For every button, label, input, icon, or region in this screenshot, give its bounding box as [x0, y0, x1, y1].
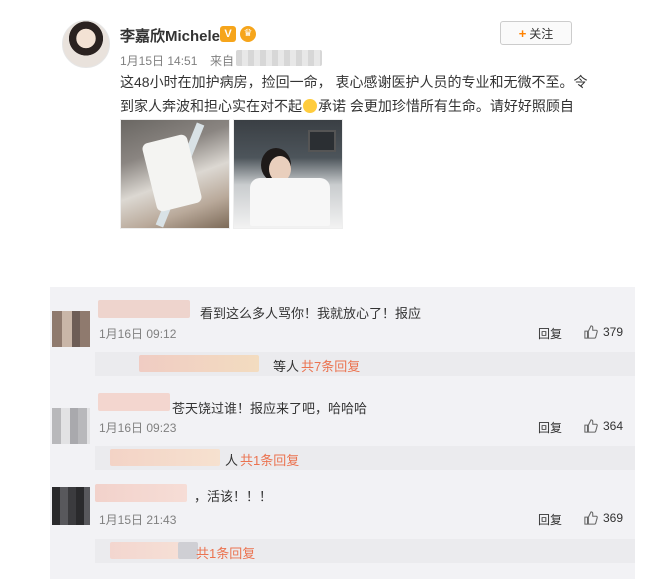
source-blurred	[236, 50, 322, 66]
author-avatar[interactable]	[62, 20, 110, 68]
comment-text: 苍天饶过谁！报应来了吧，哈哈哈	[172, 401, 368, 416]
sub-reply-name: 人	[225, 453, 239, 468]
crown-icon: ♛	[240, 26, 256, 42]
reply-button[interactable]: 回复	[538, 325, 562, 342]
comment-list: 看到这么多人骂你！我就放心了！报应 1月16日 09:12 回复 379 等人 …	[50, 287, 635, 579]
like-count: 379	[603, 325, 624, 339]
hospital-bed-patient-photo[interactable]	[233, 119, 343, 229]
like-button[interactable]: 364	[584, 417, 632, 435]
monitor	[308, 130, 336, 152]
sub-reply-bar[interactable]: 人 共1条回复	[95, 446, 635, 470]
comment-text: ，活该！！！	[194, 489, 273, 504]
thumbs-up-icon	[584, 511, 598, 525]
commenter-avatar[interactable]	[52, 487, 90, 525]
post-source-label: 来自	[210, 54, 235, 68]
reply-button[interactable]: 回复	[538, 511, 562, 528]
crying-face-emoji-icon	[303, 99, 317, 113]
like-count: 364	[603, 419, 624, 433]
thumbs-up-icon	[584, 325, 598, 339]
comment-time: 1月16日 09:12	[99, 327, 177, 341]
hospital-bandaged-arm-photo[interactable]	[120, 119, 230, 229]
thumbs-up-icon	[584, 419, 598, 433]
like-button[interactable]: 369	[584, 509, 632, 527]
sub-reply-bar[interactable]: 等人 共7条回复	[95, 352, 635, 376]
commenter-name-blurred[interactable]	[98, 393, 170, 411]
sub-reply-name: 等人	[273, 359, 300, 374]
commenter-avatar[interactable]	[52, 311, 90, 347]
plus-icon: +	[518, 25, 527, 41]
commenter-name-blurred[interactable]	[95, 484, 187, 502]
sub-reply-total-link[interactable]: 共7条回复	[301, 356, 360, 375]
comment-time: 1月15日 21:43	[99, 513, 177, 527]
reply-button[interactable]: 回复	[538, 419, 562, 436]
sub-reply-avatar-blurred	[178, 542, 198, 559]
commenter-avatar[interactable]	[52, 408, 90, 444]
follow-button[interactable]: + 关注	[500, 21, 572, 45]
bed-sheet	[250, 178, 330, 226]
weibo-post-card: 李嘉欣Michele V ♛ 1月15日 14:51 来自 + 关注 这48小时…	[0, 0, 660, 286]
comment-item: ，活该！！！ 1月15日 21:43 回复 369 共1条回复	[50, 479, 635, 575]
comment-text: 看到这么多人骂你！我就放心了！报应	[200, 306, 422, 321]
sub-reply-total-link[interactable]: 共1条回复	[196, 543, 255, 562]
commenter-name-blurred[interactable]	[98, 300, 190, 318]
verified-v-icon: V	[220, 26, 236, 42]
sub-reply-total-link[interactable]: 共1条回复	[240, 450, 299, 469]
comment-item: 苍天饶过谁！报应来了吧，哈哈哈 1月16日 09:23 回复 364 人 共1条…	[50, 383, 635, 479]
comment-time: 1月16日 09:23	[99, 421, 177, 435]
post-timestamp[interactable]: 1月15日 14:51	[120, 52, 197, 69]
author-name[interactable]: 李嘉欣Michele	[120, 25, 220, 46]
follow-label: 关注	[529, 26, 554, 41]
sub-reply-names-blurred	[110, 449, 220, 466]
sub-reply-bar[interactable]: 共1条回复	[95, 539, 635, 563]
sub-reply-names-blurred	[110, 542, 188, 559]
like-count: 369	[603, 511, 624, 525]
like-button[interactable]: 379	[584, 323, 632, 341]
sub-reply-names-blurred	[139, 355, 259, 372]
comment-item: 看到这么多人骂你！我就放心了！报应 1月16日 09:12 回复 379 等人 …	[50, 287, 635, 383]
